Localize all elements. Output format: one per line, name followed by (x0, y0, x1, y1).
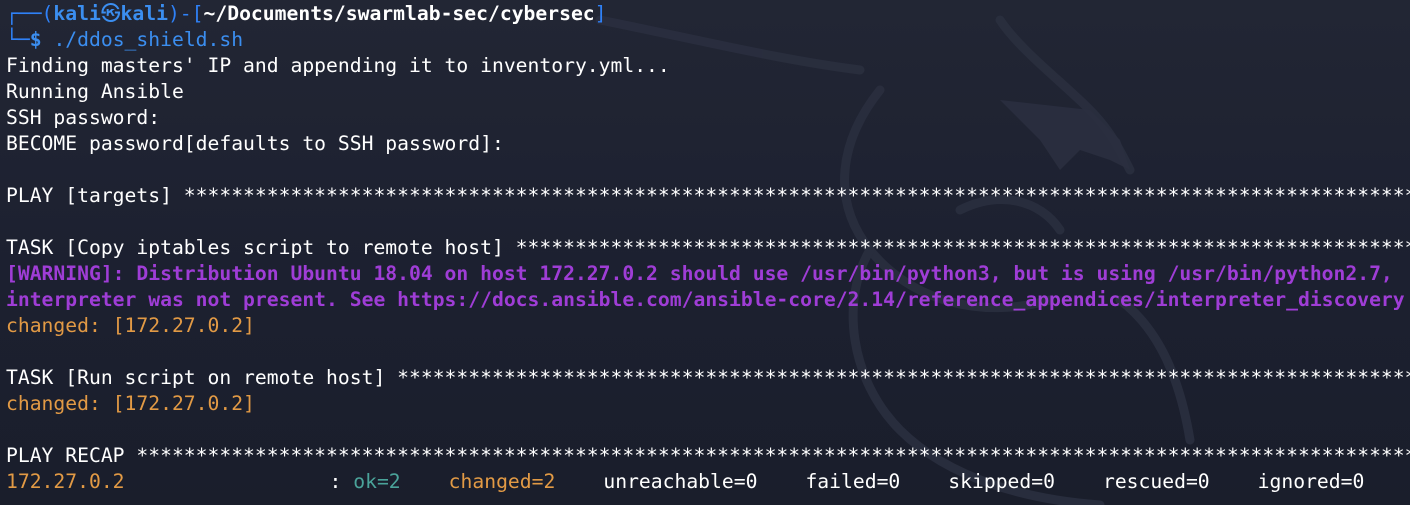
play-recap-header: PLAY RECAP *****************************… (6, 444, 1410, 467)
recap-rescued: rescued=0 (1102, 470, 1210, 493)
terminal-window[interactable]: ┌──(kali㉿kali)-[~/Documents/swarmlab-sec… (0, 0, 1410, 505)
changed-status: changed: [172.27.0.2] (6, 392, 255, 415)
recap-ignored: ignored=0 (1257, 470, 1365, 493)
warning-line: [WARNING]: Distribution Ubuntu 18.04 on … (6, 262, 1393, 285)
task-header-copy: TASK [Copy iptables script to remote hos… (6, 236, 1410, 259)
terminal-output: ┌──(kali㉿kali)-[~/Documents/swarmlab-sec… (6, 1, 1410, 495)
recap-colon: : (329, 470, 342, 493)
output-line: Running Ansible (6, 80, 184, 103)
recap-ok: ok=2 (353, 470, 401, 493)
output-line: Finding masters' IP and appending it to … (6, 54, 670, 77)
prompt-dollar: $ (29, 28, 42, 51)
prompt-line-1: ┌──(kali㉿kali)-[~/Documents/swarmlab-sec… (6, 1, 1410, 27)
output-line: SSH password: (6, 106, 161, 129)
task-header-run: TASK [Run script on remote host] *******… (6, 366, 1410, 389)
prompt-line-2: └─$ ./ddos_shield.sh (6, 27, 1410, 53)
prompt-separator-close: ] (594, 2, 607, 25)
recap-host: 172.27.0.2 (6, 470, 125, 493)
prompt-separator-open: )-[ (167, 2, 204, 25)
warning-line: interpreter was not present. See https:/… (6, 288, 1405, 311)
prompt-host: kali (120, 2, 168, 25)
recap-skipped: skipped=0 (948, 470, 1055, 493)
play-header: PLAY [targets] *************************… (6, 184, 1410, 207)
recap-row: 172.27.0.2: ok=2 changed=2 unreachable=0 fa… (6, 469, 1410, 495)
kali-skull-icon: ㉿ (100, 2, 121, 25)
prompt-frame-bottom: └─ (6, 28, 30, 51)
command-text: ./ddos_shield.sh (53, 28, 244, 51)
prompt-path: ~/Documents/swarmlab-sec/cybersec (203, 2, 595, 25)
prompt-frame-top: ┌──( (6, 2, 54, 25)
changed-status: changed: [172.27.0.2] (6, 314, 255, 337)
recap-unreachable: unreachable=0 (603, 470, 758, 493)
output-line: BECOME password[defaults to SSH password… (6, 132, 504, 155)
prompt-user: kali (53, 2, 101, 25)
recap-failed: failed=0 (805, 470, 901, 493)
recap-changed: changed=2 (448, 470, 556, 493)
